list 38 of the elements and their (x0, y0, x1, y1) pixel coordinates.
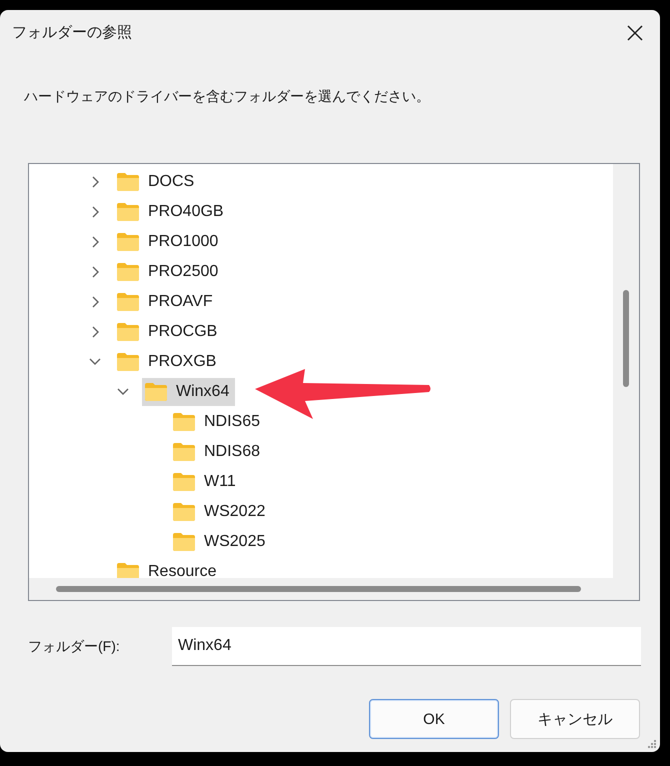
tree-item[interactable]: NDIS65 (170, 408, 266, 436)
tree-item[interactable]: PRO2500 (114, 258, 224, 286)
folder-label: フォルダー(F): (28, 638, 121, 656)
tree-item[interactable]: DOCS (114, 168, 200, 196)
folder-icon (172, 502, 196, 522)
folder-icon (172, 412, 196, 432)
folder-icon (116, 562, 140, 578)
folder-icon (116, 292, 140, 312)
folder-icon (172, 472, 196, 492)
folder-field[interactable]: Winx64 (172, 627, 641, 666)
tree-item[interactable]: NDIS68 (170, 438, 266, 466)
folder-icon (172, 532, 196, 552)
cancel-button[interactable]: キャンセル (510, 699, 640, 739)
folder-icon (116, 172, 140, 192)
tree-item[interactable]: PRO1000 (114, 228, 224, 256)
window-title: フォルダーの参照 (12, 23, 132, 42)
folder-icon (172, 442, 196, 462)
folder-icon (116, 322, 140, 342)
tree-item[interactable]: WS2025 (170, 528, 272, 556)
tree-item[interactable]: WS2022 (170, 498, 272, 526)
resize-grip-icon[interactable] (647, 739, 657, 749)
folder-icon (116, 202, 140, 222)
tree-item[interactable]: W11 (170, 468, 242, 496)
close-icon (626, 24, 644, 42)
tree-item[interactable]: Winx64 (142, 378, 236, 406)
tree-item[interactable]: PROXGB (114, 348, 222, 376)
folder-icon (116, 352, 140, 372)
folder-icon (116, 232, 140, 252)
close-button[interactable] (626, 24, 644, 42)
tree-item[interactable]: PRO40GB (114, 198, 230, 226)
folder-icon (116, 262, 140, 282)
tree-item[interactable]: PROAVF (114, 288, 219, 316)
folder-icon (144, 382, 168, 402)
horizontal-scrollbar[interactable] (29, 578, 613, 600)
tree-item[interactable]: PROCGB (114, 318, 224, 346)
instruction-text: ハードウェアのドライバーを含むフォルダーを選んでください。 (24, 88, 430, 106)
ok-button[interactable]: OK (369, 699, 499, 739)
vertical-scrollbar[interactable] (613, 164, 639, 578)
